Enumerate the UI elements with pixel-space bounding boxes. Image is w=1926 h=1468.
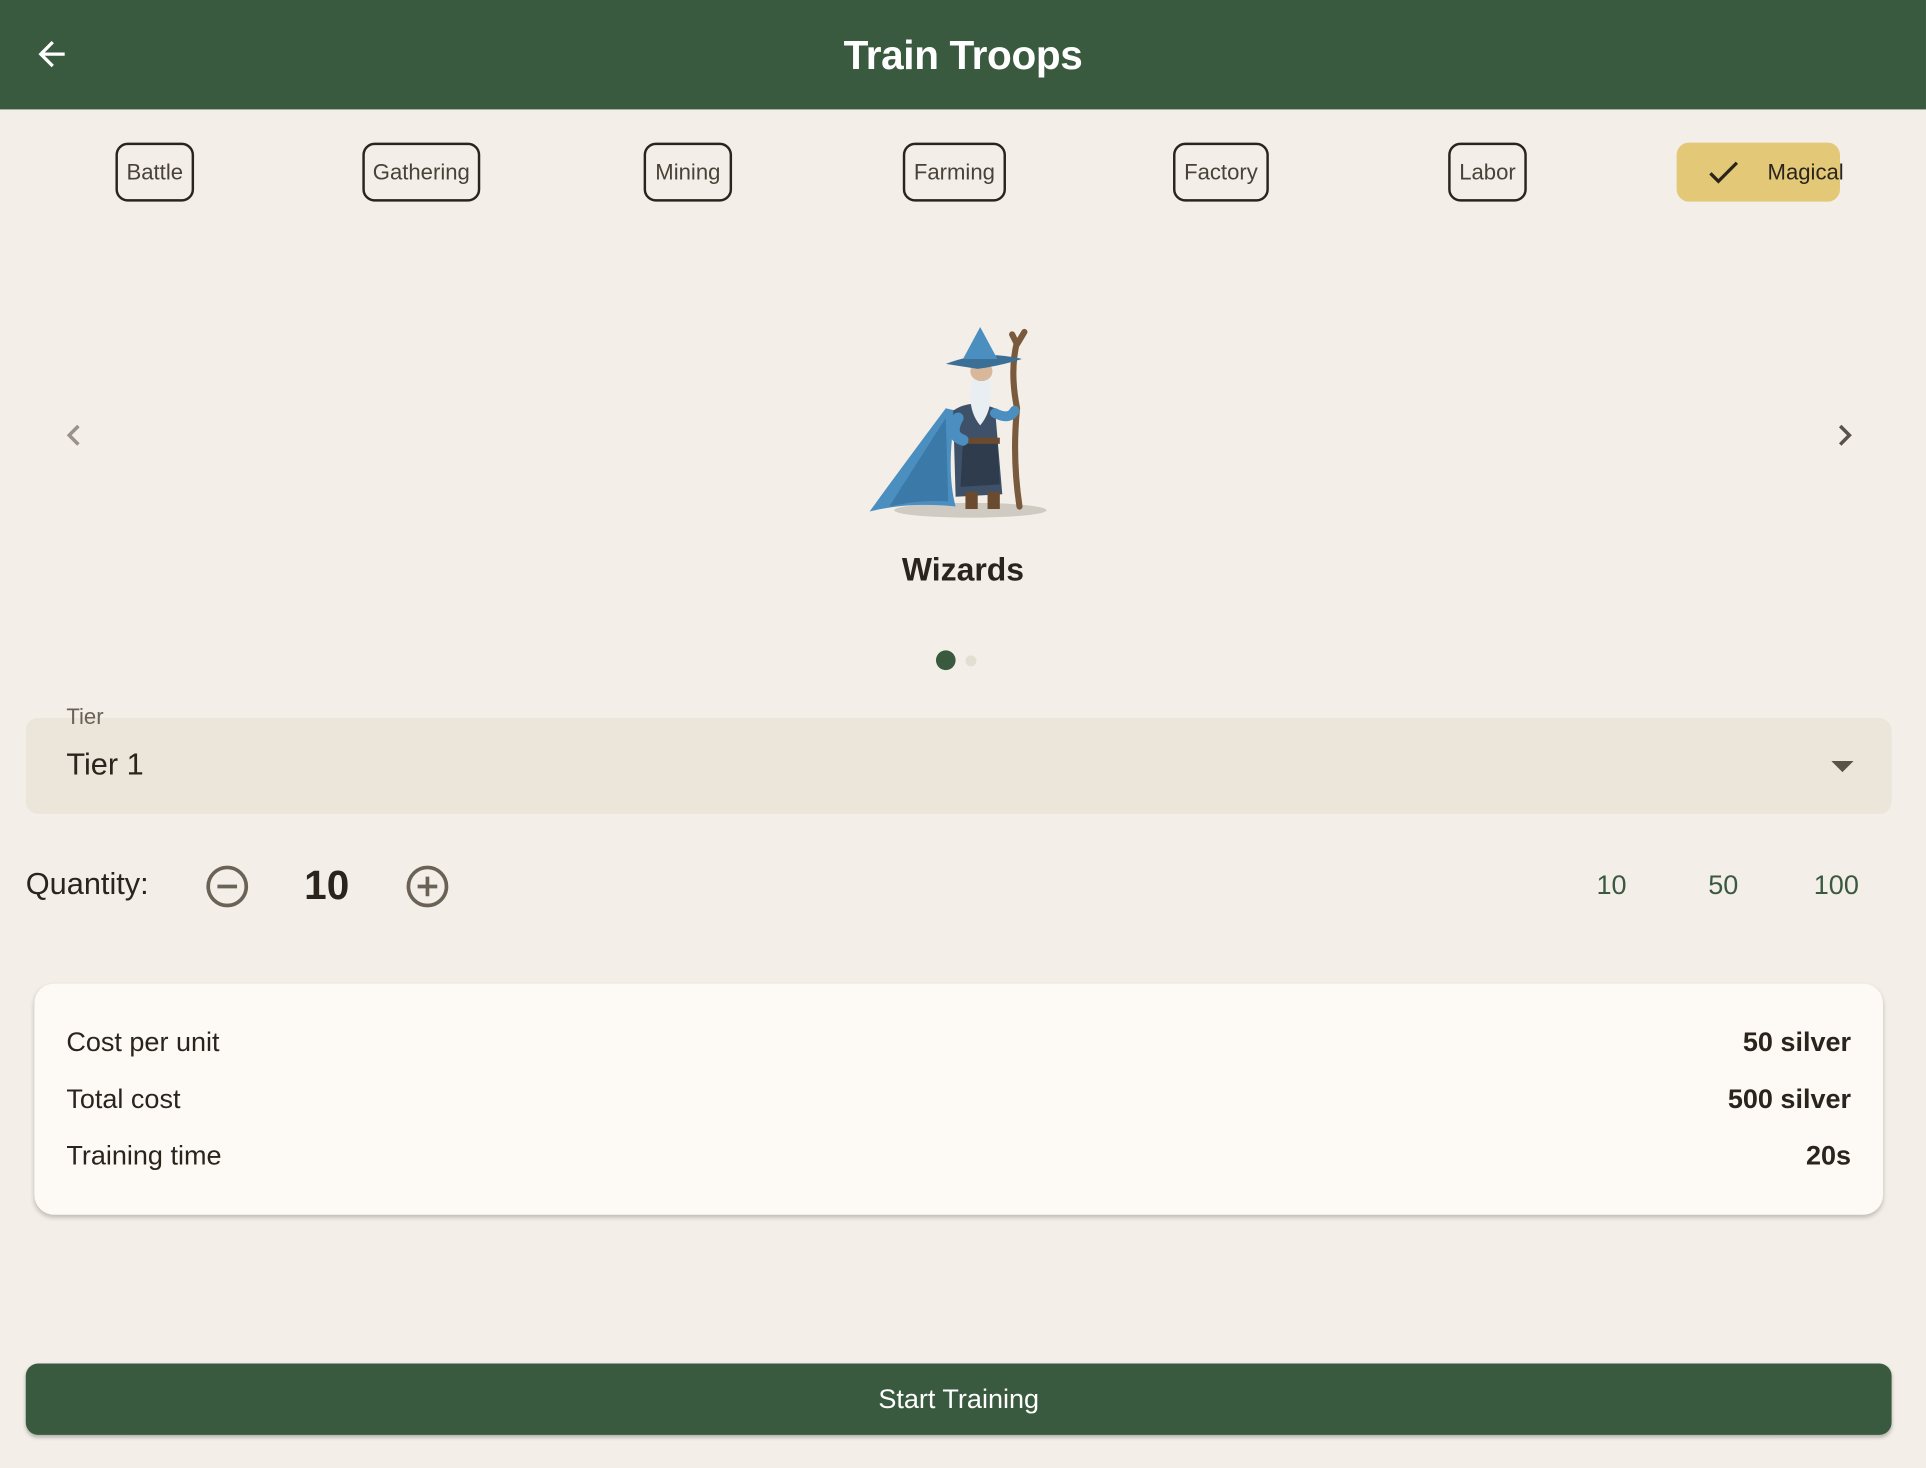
chevron-right-icon <box>1838 424 1852 446</box>
preset-quantity-50[interactable]: 50 <box>1686 869 1760 901</box>
app-bar: Train Troops <box>0 0 1926 110</box>
start-training-label: Start Training <box>878 1383 1040 1414</box>
previous-troop-button[interactable] <box>49 411 98 460</box>
chevron-left-icon <box>66 424 80 446</box>
total-cost-label: Total cost <box>66 1083 181 1114</box>
quantity-value: 10 <box>304 861 350 908</box>
total-cost-value: 500 silver <box>1727 1083 1852 1114</box>
training-time-label: Training time <box>66 1139 222 1171</box>
tier-selected-value: Tier 1 <box>66 747 144 782</box>
chip-farming[interactable]: Farming <box>902 142 1006 202</box>
chip-label: Factory <box>1184 159 1258 184</box>
page-dot[interactable] <box>965 654 977 666</box>
chip-label: Magical <box>1767 159 1844 184</box>
page-dot-active[interactable] <box>935 650 956 671</box>
cost-per-unit-row: Cost per unit 50 silver <box>66 1024 1851 1061</box>
chip-labor[interactable]: Labor <box>1448 142 1527 202</box>
chip-factory[interactable]: Factory <box>1173 142 1269 202</box>
dropdown-arrow-icon <box>1830 759 1855 781</box>
page-title: Train Troops <box>843 31 1083 77</box>
next-troop-button[interactable] <box>1820 411 1869 460</box>
chip-label: Labor <box>1459 159 1516 184</box>
wizard-illustration <box>869 327 1047 518</box>
chip-label: Gathering <box>372 159 470 184</box>
chip-label: Mining <box>655 159 721 184</box>
quantity-label: Quantity: <box>25 866 149 902</box>
arrow-back-icon <box>38 40 65 68</box>
cost-per-unit-value: 50 silver <box>1742 1026 1852 1058</box>
chip-label: Battle <box>126 159 184 184</box>
plus-circle-icon <box>406 865 449 908</box>
total-cost-row: Total cost 500 silver <box>66 1081 1851 1118</box>
chip-battle[interactable]: Battle <box>115 142 195 202</box>
train-troops-screen: Train Troops Battle Gathering Mining Far… <box>0 0 1926 1468</box>
troop-name: Wizards <box>901 550 1025 588</box>
chip-gathering[interactable]: Gathering <box>362 142 481 202</box>
chip-label: Farming <box>913 159 995 184</box>
start-training-button[interactable]: Start Training <box>25 1363 1892 1435</box>
chip-magical[interactable]: Magical <box>1676 142 1844 202</box>
training-time-row: Training time 20s <box>66 1137 1851 1174</box>
preset-quantity-10[interactable]: 10 <box>1575 869 1649 901</box>
training-summary-card: Cost per unit 50 silver Total cost 500 s… <box>34 983 1883 1215</box>
cost-per-unit-label: Cost per unit <box>66 1026 220 1058</box>
carousel-page-indicator <box>935 650 977 671</box>
check-icon <box>1704 152 1743 191</box>
preset-quantity-100[interactable]: 100 <box>1799 869 1873 901</box>
back-button[interactable] <box>27 30 76 79</box>
minus-circle-icon <box>206 865 249 908</box>
decrease-quantity-button[interactable] <box>204 863 251 910</box>
training-time-value: 20s <box>1805 1139 1852 1171</box>
tier-field-label: Tier <box>66 704 104 730</box>
chip-mining[interactable]: Mining <box>643 142 733 202</box>
tier-dropdown[interactable]: Tier 1 <box>25 718 1892 814</box>
increase-quantity-button[interactable] <box>404 863 451 910</box>
